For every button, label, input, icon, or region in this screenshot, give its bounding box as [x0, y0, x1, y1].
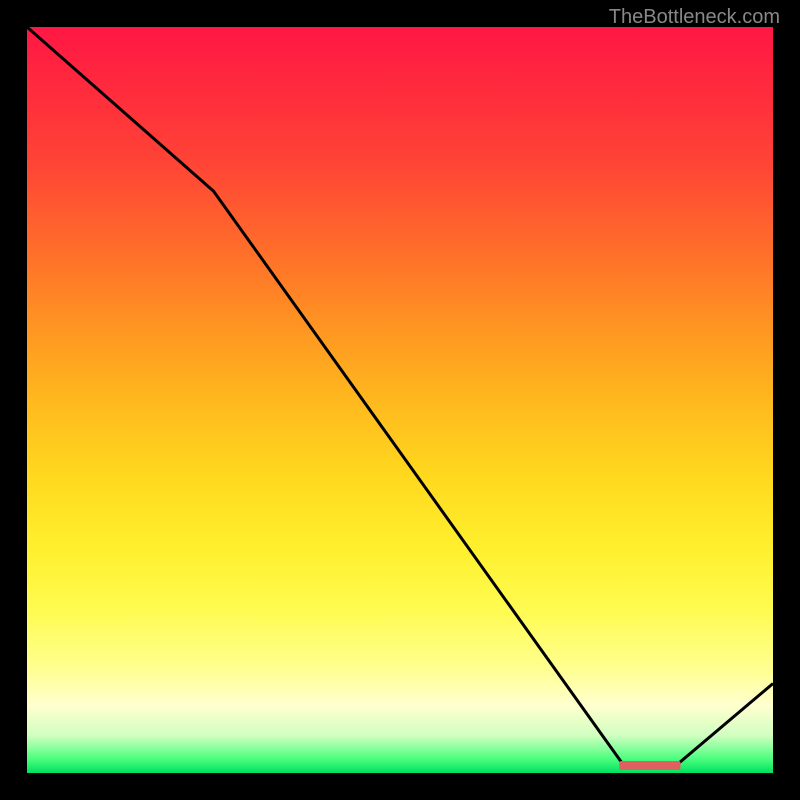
- line-series: [27, 27, 773, 766]
- chart-svg: [27, 27, 773, 773]
- threshold-markers: [619, 761, 680, 770]
- attribution-text: TheBottleneck.com: [609, 6, 780, 29]
- bottleneck-curve-line: [27, 27, 773, 766]
- plot-area: [27, 27, 773, 773]
- threshold-marker: [672, 761, 681, 770]
